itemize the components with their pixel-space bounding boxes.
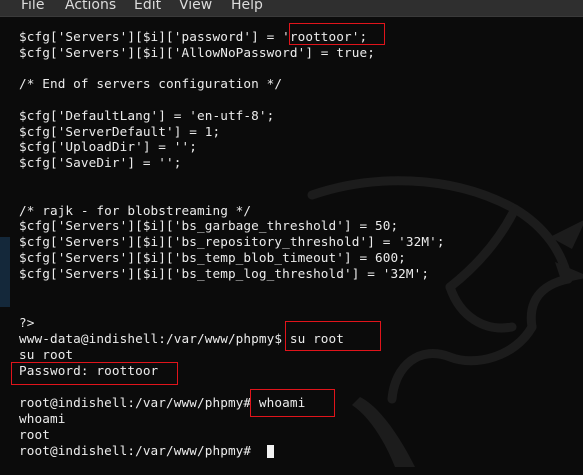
terminal-line: $cfg['Servers'][$i]['AllowNoPassword'] =… [19, 45, 375, 60]
side-edge-strip [0, 237, 10, 307]
terminal-line: $cfg['Servers'][$i]['bs_temp_log_thresho… [19, 266, 430, 281]
terminal-line: $cfg['Servers'][$i]['password'] = 'roott… [19, 29, 368, 44]
terminal-line: $cfg['Servers'][$i]['bs_repository_thres… [19, 234, 445, 249]
menu-edit[interactable]: Edit [134, 0, 161, 13]
menu-help[interactable]: Help [231, 0, 263, 13]
kali-dragon-icon [307, 176, 583, 467]
terminal-line: $cfg['ServerDefault'] = 1; [19, 124, 221, 139]
terminal-line: /* End of servers configuration */ [19, 76, 283, 91]
terminal-line: www-data@indishell:/var/www/phpmy$ su ro… [19, 331, 345, 346]
terminal-line: Password: roottoor [19, 363, 159, 378]
terminal-line: $cfg['SaveDir'] = ''; [19, 155, 182, 170]
terminal-prompt-line: root@indishell:/var/www/phpmy# [19, 443, 259, 458]
terminal-line: $cfg['Servers'][$i]['bs_garbage_threshol… [19, 218, 399, 233]
terminal-line: $cfg['DefaultLang'] = 'en-utf-8'; [19, 108, 275, 123]
terminal-cursor [267, 445, 274, 458]
menu-view[interactable]: View [179, 0, 212, 13]
menu-bar: File Actions Edit View Help [0, 0, 583, 17]
terminal-line: $cfg['Servers'][$i]['bs_temp_blob_timeou… [19, 250, 406, 265]
terminal-line: whoami [19, 411, 66, 426]
terminal-line: root@indishell:/var/www/phpmy# whoami [19, 395, 306, 410]
terminal-line: $cfg['UploadDir'] = ''; [19, 139, 197, 154]
terminal-line: root [19, 427, 50, 442]
terminal-line: ?> [19, 315, 35, 330]
menu-actions[interactable]: Actions [65, 0, 116, 13]
terminal-line: /* rajk - for blobstreaming */ [19, 203, 252, 218]
menu-file[interactable]: File [21, 0, 44, 13]
terminal-window[interactable]: $cfg['Servers'][$i]['password'] = 'roott… [0, 17, 583, 475]
terminal-line: su root [19, 347, 74, 362]
